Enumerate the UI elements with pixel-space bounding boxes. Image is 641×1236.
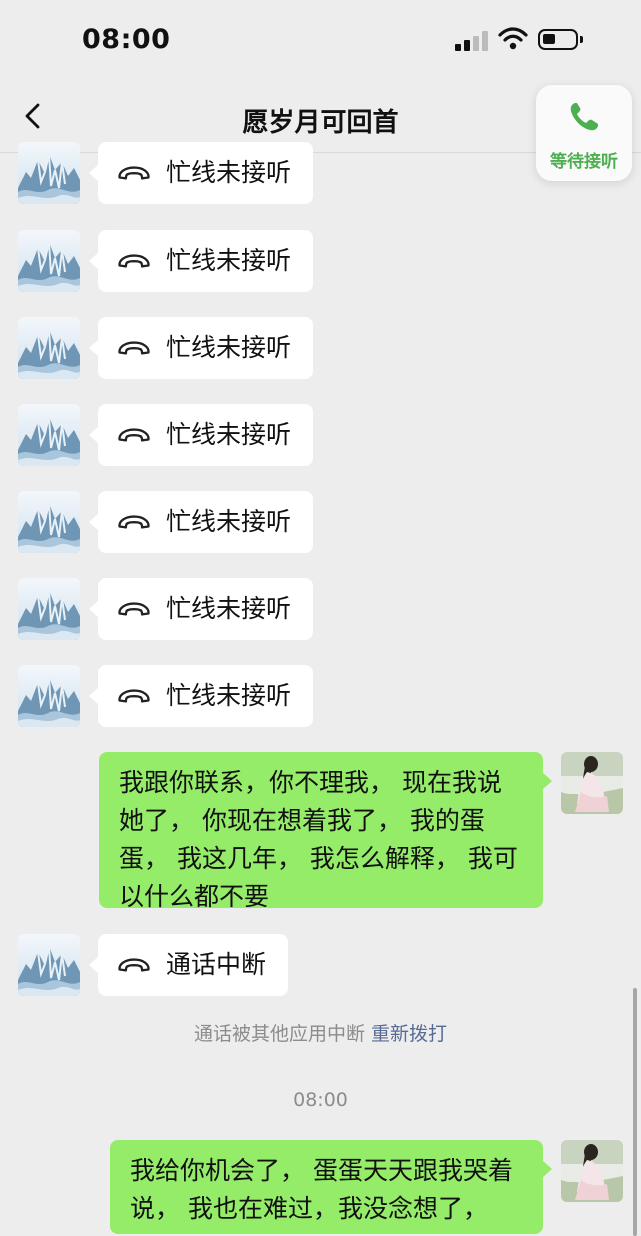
hangup-phone-icon	[116, 954, 152, 976]
hangup-phone-icon	[116, 685, 152, 707]
contact-avatar[interactable]	[18, 934, 80, 996]
phone-icon	[570, 103, 598, 131]
contact-avatar[interactable]	[18, 230, 80, 292]
hangup-phone-icon	[116, 511, 152, 533]
message-text: 我跟你联系，你不理我， 现在我说她了， 你现在想着我了， 我的蛋蛋， 我这几年，…	[119, 768, 518, 911]
call-status-text: 忙线未接听	[166, 681, 292, 710]
hangup-phone-icon	[116, 337, 152, 359]
chat-timestamp: 08:00	[293, 1089, 348, 1111]
call-status-text: 忙线未接听	[166, 594, 292, 623]
wifi-icon	[498, 27, 528, 50]
status-time: 08:00	[82, 24, 171, 55]
sent-message-bubble[interactable]: 我跟你联系，你不理我， 现在我说她了， 你现在想着我了， 我的蛋蛋， 我这几年，…	[99, 752, 552, 911]
redial-link[interactable]: 重新拨打	[371, 1023, 447, 1045]
missed-call-bubble[interactable]: 忙线未接听	[88, 230, 314, 292]
hangup-phone-icon	[116, 424, 152, 446]
missed-call-bubble[interactable]: 忙线未接听	[88, 317, 314, 379]
missed-call-bubble[interactable]: 忙线未接听	[88, 578, 314, 640]
contact-avatar[interactable]	[18, 578, 80, 640]
missed-call-bubble[interactable]: 忙线未接听	[88, 491, 314, 553]
hangup-phone-icon	[116, 250, 152, 272]
call-status-text: 通话中断	[166, 950, 267, 979]
my-avatar[interactable]	[561, 752, 623, 814]
scrollbar[interactable]	[633, 988, 637, 1236]
interrupt-note: 通话被其他应用中断	[193, 1023, 365, 1045]
missed-call-bubble[interactable]: 忙线未接听	[88, 665, 314, 727]
sent-message-bubble[interactable]: 我给你机会了， 蛋蛋天天跟我哭着说， 我也在难过，我没念想了，	[110, 1140, 552, 1234]
system-notice: 通话被其他应用中断 重新拨打	[0, 1019, 641, 1046]
contact-avatar[interactable]	[18, 404, 80, 466]
contact-avatar[interactable]	[18, 491, 80, 553]
call-status-text: 忙线未接听	[166, 333, 292, 362]
waiting-call-widget[interactable]: 等待接听	[536, 85, 632, 181]
status-bar: 08:00	[0, 0, 641, 80]
hangup-phone-icon	[116, 598, 152, 620]
hangup-phone-icon	[116, 162, 152, 184]
interrupted-call-bubble[interactable]: 通话中断	[88, 934, 289, 996]
battery-icon	[538, 29, 583, 50]
contact-avatar[interactable]	[18, 142, 80, 204]
contact-avatar[interactable]	[18, 665, 80, 727]
missed-call-bubble[interactable]: 忙线未接听	[88, 142, 314, 204]
call-status-text: 忙线未接听	[166, 420, 292, 449]
call-status-text: 忙线未接听	[166, 158, 292, 187]
call-status-text: 忙线未接听	[166, 507, 292, 536]
waiting-call-label: 等待接听	[550, 152, 618, 172]
message-text: 我给你机会了， 蛋蛋天天跟我哭着说， 我也在难过，我没念想了，	[130, 1156, 513, 1223]
cellular-signal-icon	[455, 31, 489, 51]
my-avatar[interactable]	[561, 1140, 623, 1202]
missed-call-bubble[interactable]: 忙线未接听	[88, 404, 314, 466]
contact-avatar[interactable]	[18, 317, 80, 379]
call-status-text: 忙线未接听	[166, 246, 292, 275]
